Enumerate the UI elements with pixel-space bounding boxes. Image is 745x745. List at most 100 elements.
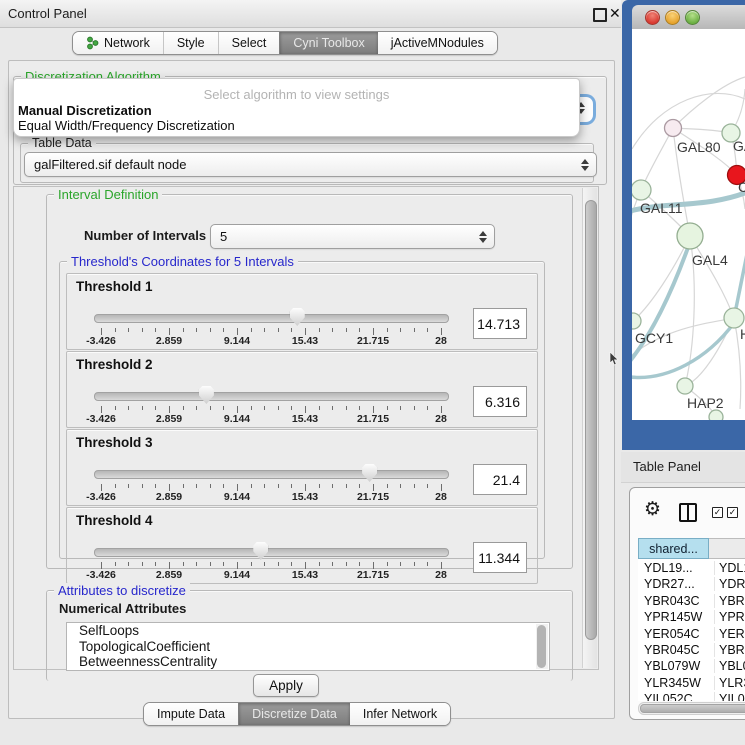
attribute-list-item[interactable]: SelfLoops xyxy=(67,623,549,639)
slider-tick-label: 2.859 xyxy=(156,335,182,347)
slider-tick xyxy=(441,562,442,569)
numerical-attributes-list[interactable]: SelfLoopsTopologicalCoefficientBetweenne… xyxy=(66,622,550,671)
partial-node[interactable] xyxy=(709,410,723,420)
table-cell: YDL19... xyxy=(644,561,706,575)
tab-style[interactable]: Style xyxy=(163,32,218,54)
attributes-legend: Attributes to discretize xyxy=(54,583,190,598)
slider-tick-label: 9.144 xyxy=(224,335,250,347)
zoom-traffic-light-icon[interactable] xyxy=(685,10,700,25)
slider-tick xyxy=(237,328,238,335)
column-header-name[interactable]: na xyxy=(709,538,745,559)
table-row[interactable]: YIL052CYIL0 xyxy=(638,692,745,701)
slider-tick xyxy=(196,562,197,566)
combo-arrows-icon xyxy=(581,153,589,176)
slider-tick xyxy=(155,406,156,410)
slider-tick-label: -3.426 xyxy=(86,335,116,347)
network-canvas[interactable]: GAL80GAGAL11CGAL4GCY1HHAP2 xyxy=(632,29,745,420)
tab-select[interactable]: Select xyxy=(218,32,280,54)
number-of-intervals-value: 5 xyxy=(220,229,227,244)
threshold-2-slider-track[interactable] xyxy=(94,392,449,401)
gal80-node[interactable] xyxy=(665,120,682,137)
popup-item-manual-discretization[interactable]: Manual Discretization xyxy=(18,103,152,118)
slider-tick xyxy=(210,406,211,410)
node-attribute-table[interactable]: shared... na YDL19...YDL1YDR27...YDR2YBR… xyxy=(638,538,745,701)
table-row[interactable]: YER054CYER0 xyxy=(638,627,745,643)
threshold-2-slider-thumb[interactable] xyxy=(199,386,214,404)
tab-jactivemnodules[interactable]: jActiveMNodules xyxy=(378,32,497,54)
table-row[interactable]: YDL19...YDL1 xyxy=(638,561,745,577)
threshold-3-slider-thumb[interactable] xyxy=(362,464,377,482)
combo-arrows-icon xyxy=(479,225,487,248)
gal4-node[interactable] xyxy=(677,223,703,249)
attributes-scrollbar[interactable] xyxy=(536,624,548,669)
threshold-1-value-field[interactable]: 14.713 xyxy=(473,308,527,339)
settings-scrollbar[interactable] xyxy=(582,188,597,668)
slider-tick xyxy=(115,406,116,410)
column-header-shared-name[interactable]: shared... xyxy=(638,538,709,559)
slider-tick xyxy=(196,484,197,488)
number-of-intervals-combobox[interactable]: 5 xyxy=(210,224,495,249)
popup-item-equal-width-frequency[interactable]: Equal Width/Frequency Discretization xyxy=(18,118,235,133)
slider-tick xyxy=(101,328,102,335)
tab-cyni-toolbox[interactable]: Cyni Toolbox xyxy=(279,32,377,54)
columns-icon[interactable] xyxy=(679,503,697,522)
tab-discretize-data[interactable]: Discretize Data xyxy=(238,703,350,725)
table-row[interactable]: YBL079WYBL0 xyxy=(638,659,745,675)
slider-tick-label: 21.715 xyxy=(357,569,389,581)
threshold-1-slider-thumb[interactable] xyxy=(290,308,305,326)
slider-tick xyxy=(251,562,252,566)
threshold-3-slider-track[interactable] xyxy=(94,470,449,479)
threshold-4-slider-track[interactable] xyxy=(94,548,449,557)
checkbox-icon[interactable]: ✓ xyxy=(712,507,723,518)
slider-tick xyxy=(251,484,252,488)
attribute-list-item[interactable]: BetweennessCentrality xyxy=(67,654,549,670)
slider-tick xyxy=(142,484,143,488)
settings-scroll-pane: Interval Definition Number of Intervals … xyxy=(13,186,599,670)
hap2-node[interactable] xyxy=(677,378,693,394)
slider-tick-label: 2.859 xyxy=(156,413,182,425)
threshold-label: Threshold 4 xyxy=(76,513,153,528)
slider-tick xyxy=(128,562,129,566)
node-label-gal80: GAL80 xyxy=(677,139,721,155)
slider-tick xyxy=(373,406,374,413)
network-window-titlebar[interactable] xyxy=(632,5,745,30)
minimize-traffic-light-icon[interactable] xyxy=(665,10,680,25)
table-cell: YDR27... xyxy=(644,577,706,591)
float-window-icon[interactable] xyxy=(593,8,607,22)
settings-scrollbar-thumb[interactable] xyxy=(585,200,597,640)
threshold-1-slider-track[interactable] xyxy=(94,314,449,323)
table-row[interactable]: YDR27...YDR2 xyxy=(638,577,745,593)
table-row[interactable]: YLR345WYLR3 xyxy=(638,676,745,692)
slider-tick xyxy=(237,484,238,491)
graph-edge[interactable] xyxy=(685,318,734,386)
table-row[interactable]: YBR043CYBR0 xyxy=(638,594,745,610)
checkbox-icon[interactable]: ✓ xyxy=(727,507,738,518)
numerical-attributes-label: Numerical Attributes xyxy=(59,601,186,616)
table-data-legend: Table Data xyxy=(28,136,96,151)
gal11-node[interactable] xyxy=(632,180,651,200)
graph-edge[interactable] xyxy=(690,236,734,318)
close-traffic-light-icon[interactable] xyxy=(645,10,660,25)
threshold-2-value-field[interactable]: 6.316 xyxy=(473,386,527,417)
table-row[interactable]: YBR045CYBR0 xyxy=(638,643,745,659)
slider-tick xyxy=(346,562,347,566)
tab-network[interactable]: Network xyxy=(73,32,163,54)
table-row[interactable]: YPR145WYPR1 xyxy=(638,610,745,626)
h-node[interactable] xyxy=(724,308,744,328)
close-icon[interactable]: ✕ xyxy=(609,5,621,22)
table-horizontal-scrollbar[interactable] xyxy=(638,702,745,715)
top-tab-bar: NetworkStyle Select Cyni ToolboxjActiveMNo… xyxy=(72,31,498,55)
slider-tick xyxy=(359,406,360,410)
threshold-4-value-field[interactable]: 11.344 xyxy=(473,542,527,573)
gear-icon[interactable]: ⚙ xyxy=(644,500,661,519)
apply-button[interactable]: Apply xyxy=(253,674,319,697)
graph-edge[interactable] xyxy=(673,77,745,128)
threshold-3-value-field[interactable]: 21.4 xyxy=(473,464,527,495)
table-data-combobox[interactable]: galFiltered.sif default node xyxy=(24,152,597,177)
attribute-list-item[interactable]: TopologicalCoefficient xyxy=(67,639,549,655)
gcy1-node[interactable] xyxy=(632,313,641,329)
tab-infer-network[interactable]: Infer Network xyxy=(350,703,450,725)
tab-label: Select xyxy=(232,36,267,50)
tab-impute-data[interactable]: Impute Data xyxy=(144,703,238,725)
threshold-4-slider-thumb[interactable] xyxy=(253,542,268,560)
